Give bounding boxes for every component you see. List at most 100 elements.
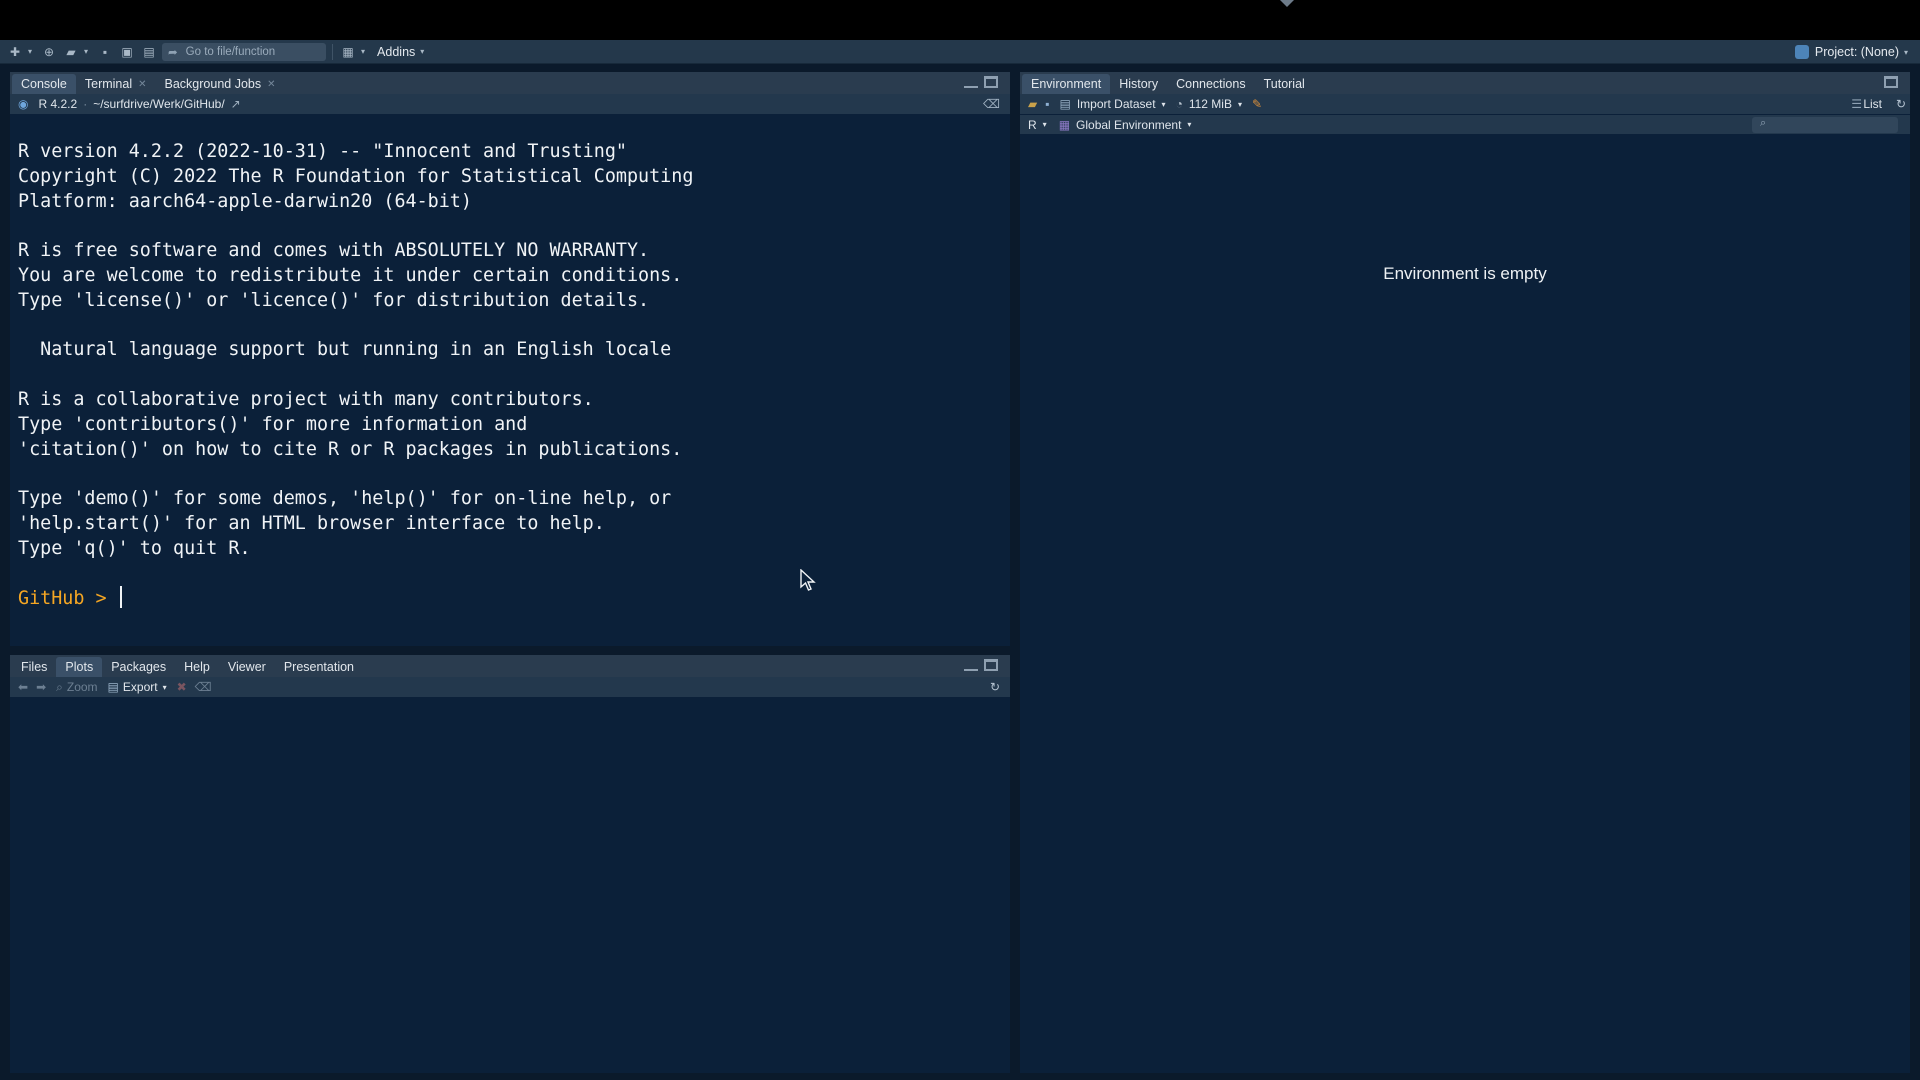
main-toolbar: ✚ ▾ ⊕ ▰ ▾ ▪ ▣ ▤ ➦ Go to file/function ▦ ▾ Ad… [0,40,1920,64]
restore-icon[interactable] [1884,76,1898,88]
scope-selector[interactable]: Global Environment [1076,118,1181,132]
export-button[interactable]: Export [123,680,158,694]
console-line: You are welcome to redistribute it under… [18,264,683,286]
save-all-icon[interactable]: ▣ [118,45,136,59]
chevron-down-icon[interactable]: ▾ [420,47,424,56]
open-folder-icon[interactable]: ▰ [62,45,80,59]
grid-layout-icon[interactable]: ▦ [339,45,357,59]
console-line: Type 'license()' or 'licence()' for dist… [18,289,650,311]
chevron-down-icon[interactable]: ▾ [1187,120,1191,129]
save-icon[interactable]: ▪ [1045,97,1049,111]
notch-marker [1280,0,1294,7]
console-line: Type 'contributors()' for more informati… [18,413,528,435]
tab-console[interactable]: Console [12,74,76,94]
pane-controls [964,76,998,88]
env-tabstrip: Environment History Connections Tutorial [1020,72,1910,94]
tab-plots[interactable]: Plots [56,657,103,677]
goto-directory-icon[interactable]: ↗ [231,97,241,111]
clear-plots-icon[interactable]: ⌫ [195,680,212,694]
tab-plots-label: Plots [65,660,94,674]
broom-icon[interactable]: ✎ [1252,97,1262,111]
new-project-icon[interactable]: ⊕ [40,45,58,59]
delete-plot-icon[interactable]: ✖ [177,680,187,694]
memory-usage[interactable]: 112 MiB [1189,97,1232,111]
console-info-bar: ◉ R 4.2.2 · ~/surfdrive/Werk/GitHub/ ↗ ⌫ [10,94,1010,114]
chevron-down-icon[interactable]: ▾ [163,683,167,692]
console-lines: R version 4.2.2 (2022-10-31) -- "Innocen… [18,140,1002,586]
environment-pane: Environment History Connections Tutorial… [1020,72,1910,1073]
zoom-button[interactable]: Zoom [67,680,98,694]
tab-files[interactable]: Files [12,657,56,677]
chevron-down-icon[interactable]: ▾ [1043,120,1047,129]
language-selector[interactable]: R [1028,118,1037,132]
project-menu[interactable]: Project: (None) ▾ [1794,45,1908,59]
clear-console-icon[interactable]: ⌫ [983,97,1000,111]
maximize-icon[interactable] [984,659,998,671]
goto-file-input[interactable]: ➦ Go to file/function [162,42,327,61]
tab-connections[interactable]: Connections [1167,74,1255,94]
tab-packages-label: Packages [111,660,167,674]
addins-menu[interactable]: Addins [377,45,415,59]
chevron-down-icon[interactable]: ▾ [84,47,88,56]
console-line: Type 'demo()' for some demos, 'help()' f… [18,488,672,510]
environment-empty-message: Environment is empty [1383,264,1547,283]
back-arrow-icon[interactable]: ⬅ [18,680,28,694]
tab-packages[interactable]: Packages [102,657,175,677]
minimize-icon[interactable] [964,76,978,88]
memory-pie-icon: ◔ [1175,97,1183,111]
console-line: 'citation()' on how to cite R or R packa… [18,438,683,460]
chevron-down-icon[interactable]: ▾ [361,47,365,56]
tab-help[interactable]: Help [175,657,219,677]
chevron-down-icon[interactable]: ▾ [1162,100,1166,109]
console-line: R is a collaborative project with many c… [18,388,594,410]
import-dataset-button[interactable]: Import Dataset [1077,97,1156,111]
export-icon: ▤ [107,680,119,694]
console-prompt-line[interactable]: GitHub > [18,586,1002,612]
tab-terminal[interactable]: Terminal ✕ [76,74,156,94]
tab-files-label: Files [21,660,48,674]
tab-terminal-label: Terminal [84,77,133,91]
save-icon[interactable]: ▪ [96,45,114,59]
tab-help-label: Help [184,660,210,674]
list-view-dropdown[interactable]: List [1863,97,1882,111]
tab-background-jobs-label: Background Jobs [164,77,262,91]
refresh-icon[interactable]: ↻ [1896,97,1906,111]
open-folder-icon[interactable]: ▰ [1028,97,1037,111]
separator-dot: · [83,97,88,111]
chevron-down-icon[interactable]: ▾ [28,47,32,56]
tab-history[interactable]: History [1110,74,1167,94]
goto-placeholder: Go to file/function [185,45,276,58]
console-line: R version 4.2.2 (2022-10-31) -- "Innocen… [18,141,627,162]
tab-tutorial[interactable]: Tutorial [1255,74,1314,94]
forward-arrow-icon[interactable]: ➡ [36,680,46,694]
print-icon[interactable]: ▤ [140,45,158,59]
tab-background-jobs[interactable]: Background Jobs ✕ [156,74,285,94]
working-directory[interactable]: ~/surfdrive/Werk/GitHub/ [93,97,224,111]
minimize-icon[interactable] [964,659,978,671]
maximize-icon[interactable] [984,76,998,88]
tab-presentation[interactable]: Presentation [275,657,363,677]
pane-controls [964,659,998,671]
close-icon[interactable]: ✕ [138,79,146,90]
search-icon: ⌕ [1760,117,1767,129]
refresh-icon[interactable]: ↻ [990,680,1000,694]
tab-history-label: History [1119,77,1159,91]
env-scope-bar: R ▾ ▦ Global Environment ▾ ⌕ [1020,115,1910,134]
tab-presentation-label: Presentation [283,660,354,674]
console-line: Natural language support but running in … [18,339,672,361]
chevron-down-icon[interactable]: ▾ [1238,100,1242,109]
tab-environment[interactable]: Environment [1022,74,1111,94]
env-toolbar: ▰ ▪ ▤ Import Dataset ▾ ◔ 112 MiB ▾ ✎ ☰ L… [1020,94,1910,114]
tab-viewer[interactable]: Viewer [219,657,275,677]
env-search-input[interactable]: ⌕ [1752,117,1898,133]
tab-connections-label: Connections [1176,77,1246,91]
project-label: Project: (None) [1814,45,1899,59]
console-output[interactable]: R version 4.2.2 (2022-10-31) -- "Innocen… [10,116,1010,646]
close-icon[interactable]: ✕ [267,79,275,90]
new-file-icon[interactable]: ✚ [6,45,24,59]
list-view-icon: ☰ [1851,97,1862,111]
console-line: 'help.start()' for an HTML browser inter… [18,512,605,534]
